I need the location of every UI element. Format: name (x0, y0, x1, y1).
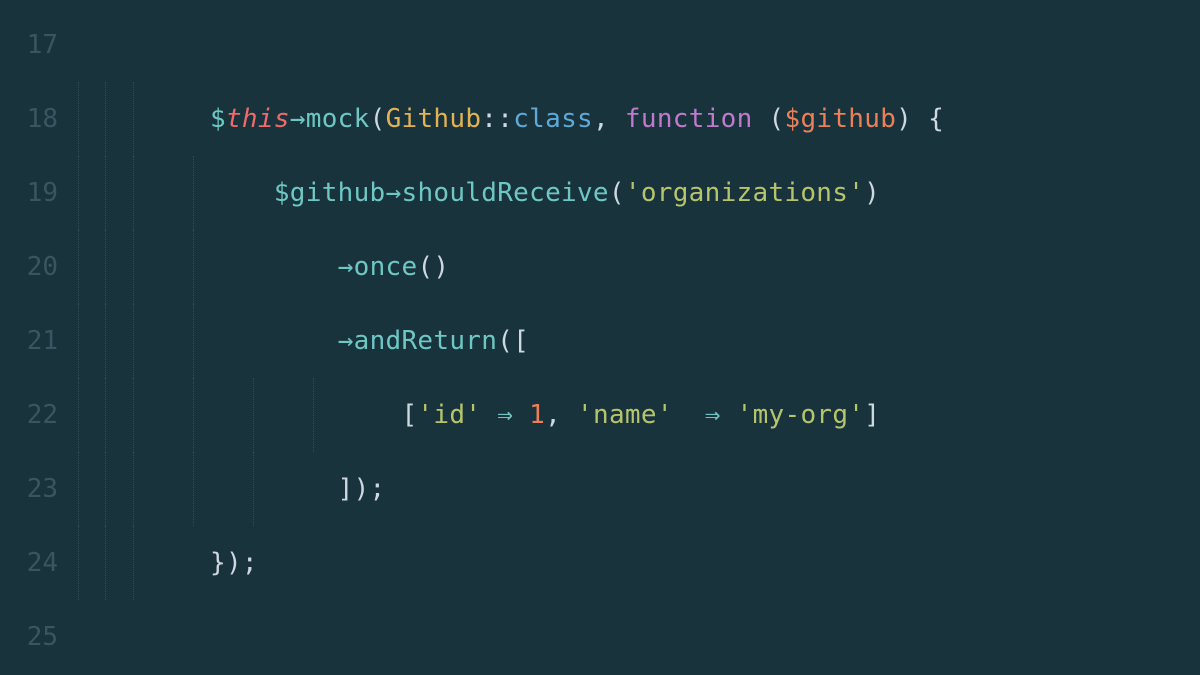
code-line[interactable]: 18$this→mock(Github::class, function ($g… (0, 82, 1200, 156)
token: 1 (529, 400, 545, 430)
token: ]); (338, 474, 386, 504)
token: function (625, 104, 769, 134)
line-number: 17 (0, 30, 58, 60)
token: $github (274, 178, 386, 208)
token: ) (896, 104, 912, 134)
token: } (210, 548, 226, 578)
token: 'my-org' (737, 400, 865, 430)
token: :: (481, 104, 513, 134)
token: [ (401, 400, 417, 430)
token: ( (769, 104, 785, 134)
line-number: 22 (0, 400, 58, 430)
token: once (354, 252, 418, 282)
token: { (912, 104, 944, 134)
code-editor[interactable]: 1718$this→mock(Github::class, function (… (0, 0, 1200, 674)
token: → (338, 326, 354, 356)
token: ] (864, 400, 880, 430)
indent-guides (58, 600, 210, 674)
token (481, 400, 497, 430)
code-line[interactable]: 20 →once() (0, 230, 1200, 304)
token: , (593, 104, 625, 134)
line-number: 21 (0, 326, 58, 356)
line-number: 18 (0, 104, 58, 134)
indent-guides (58, 526, 210, 600)
code-content[interactable]: $this→mock(Github::class, function ($git… (210, 104, 944, 134)
code-line[interactable]: 24}); (0, 526, 1200, 600)
code-line[interactable]: 25 (0, 600, 1200, 674)
indent-guides (58, 452, 210, 526)
indent-guides (58, 304, 210, 378)
indent-guides (58, 156, 210, 230)
token: ( (370, 104, 386, 134)
token: → (290, 104, 306, 134)
code-content[interactable]: →once() (210, 252, 449, 282)
token: → (386, 178, 402, 208)
token: andReturn (354, 326, 498, 356)
code-content[interactable]: ['id' ⇒ 1, 'name' ⇒ 'my-org'] (210, 400, 880, 430)
token: ( (609, 178, 625, 208)
token: ) (864, 178, 880, 208)
token: ⇒ (689, 400, 737, 430)
token: ); (226, 548, 258, 578)
line-number: 23 (0, 474, 58, 504)
line-number: 24 (0, 548, 58, 578)
indent-guides (58, 230, 210, 304)
token: shouldReceive (401, 178, 608, 208)
token: $github (784, 104, 896, 134)
token: 'name' (577, 400, 673, 430)
token: $ (210, 104, 226, 134)
line-number: 20 (0, 252, 58, 282)
code-content[interactable]: }); (210, 548, 258, 578)
code-content[interactable]: →andReturn([ (210, 326, 529, 356)
code-line[interactable]: 19 $github→shouldReceive('organizations'… (0, 156, 1200, 230)
token (673, 400, 689, 430)
code-line[interactable]: 23 ]); (0, 452, 1200, 526)
code-line[interactable]: 22 ['id' ⇒ 1, 'name' ⇒ 'my-org'] (0, 378, 1200, 452)
token: ([ (497, 326, 529, 356)
token: mock (306, 104, 370, 134)
line-number: 25 (0, 622, 58, 652)
indent-guides (58, 8, 210, 82)
token: Github (386, 104, 482, 134)
token: 'organizations' (625, 178, 864, 208)
token (513, 400, 529, 430)
indent-guides (58, 378, 210, 452)
token: → (338, 252, 354, 282)
token: class (513, 104, 593, 134)
code-line[interactable]: 17 (0, 8, 1200, 82)
token: 'id' (417, 400, 481, 430)
indent-guides (58, 82, 210, 156)
code-content[interactable]: ]); (210, 474, 386, 504)
token: , (545, 400, 577, 430)
line-number: 19 (0, 178, 58, 208)
token: ⇒ (497, 400, 513, 430)
code-line[interactable]: 21 →andReturn([ (0, 304, 1200, 378)
token: this (226, 104, 290, 134)
token: () (417, 252, 449, 282)
code-content[interactable]: $github→shouldReceive('organizations') (210, 178, 880, 208)
